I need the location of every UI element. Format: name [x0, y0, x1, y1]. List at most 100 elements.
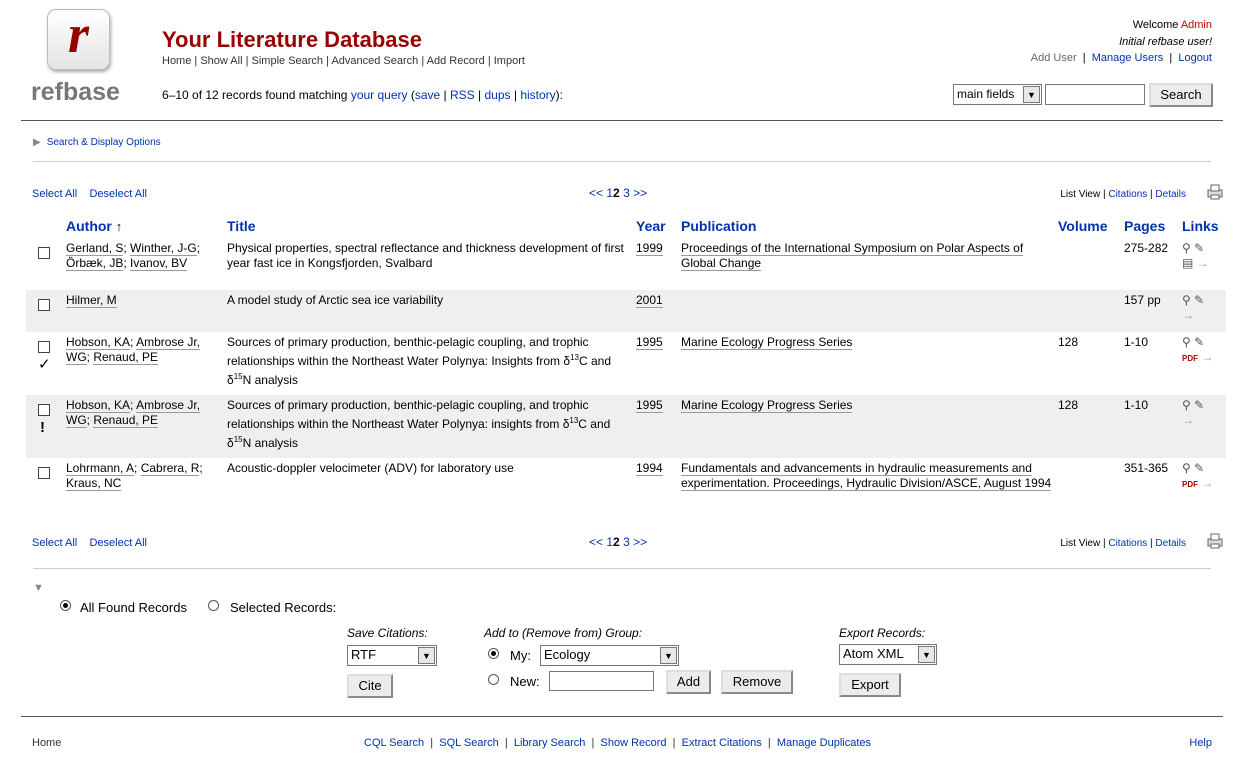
author-link[interactable]: Renaud, PE [93, 350, 159, 365]
citations-view-link[interactable]: Citations [1108, 189, 1147, 200]
publication-link[interactable]: Marine Ecology Progress Series [681, 335, 853, 350]
edit-pencil-icon[interactable]: ✎ [1194, 461, 1204, 475]
year-link[interactable]: 2001 [636, 293, 663, 308]
author-link[interactable]: Hobson, KA [66, 335, 131, 350]
row-checkbox[interactable] [38, 299, 50, 311]
author-link[interactable]: Lohrmann, A [66, 461, 135, 476]
nav-simple-search[interactable]: Simple Search [252, 55, 324, 67]
new-group-input[interactable] [549, 671, 654, 691]
export-button[interactable]: Export [839, 673, 901, 697]
year-link[interactable]: 1995 [636, 335, 663, 350]
search-button[interactable]: Search [1149, 83, 1213, 107]
sort-ascending-icon[interactable]: ↑ [116, 219, 123, 234]
nav-home[interactable]: Home [162, 55, 191, 67]
search-display-options-toggle[interactable]: ▶ Search & Display Options [33, 137, 161, 148]
search-field-select[interactable]: main fields ▼ [953, 84, 1042, 105]
year-link[interactable]: 1995 [636, 398, 663, 413]
year-link[interactable]: 1999 [636, 241, 663, 256]
rss-link[interactable]: RSS [450, 88, 475, 102]
row-checkbox[interactable] [38, 404, 50, 416]
citations-view-link[interactable]: Citations [1108, 538, 1147, 549]
author-link[interactable]: Hobson, KA [66, 398, 131, 413]
pdf-icon[interactable]: PDF [1182, 354, 1198, 363]
pager-page-3[interactable]: 3 [623, 535, 630, 549]
help-link[interactable]: Help [1189, 737, 1212, 749]
row-checkbox[interactable] [38, 247, 50, 259]
triangle-down-icon[interactable]: ▼ [33, 582, 44, 594]
edit-pencil-icon[interactable]: ✎ [1194, 293, 1204, 307]
details-view-link[interactable]: Details [1155, 538, 1186, 549]
all-found-radio[interactable] [60, 600, 71, 611]
deselect-all-link[interactable]: Deselect All [89, 188, 146, 200]
manage-duplicates-link[interactable]: Manage Duplicates [777, 737, 871, 749]
printer-icon[interactable] [1206, 184, 1224, 200]
nav-add-record[interactable]: Add Record [427, 55, 485, 67]
year-header[interactable]: Year [633, 214, 678, 238]
history-link[interactable]: history [520, 88, 555, 102]
details-view-link[interactable]: Details [1155, 189, 1186, 200]
nav-advanced-search[interactable]: Advanced Search [331, 55, 418, 67]
pager-page-3[interactable]: 3 [623, 186, 630, 200]
logout-link[interactable]: Logout [1178, 52, 1212, 64]
chevron-down-icon[interactable]: ▼ [660, 647, 677, 664]
document-icon[interactable]: ▤ [1182, 256, 1193, 270]
nav-import[interactable]: Import [494, 55, 525, 67]
chevron-down-icon[interactable]: ▼ [918, 646, 935, 663]
pages-header[interactable]: Pages [1121, 214, 1179, 238]
details-magnifier-icon[interactable]: ⚲ [1182, 293, 1191, 307]
details-magnifier-icon[interactable]: ⚲ [1182, 335, 1191, 349]
year-link[interactable]: 1994 [636, 461, 663, 476]
publication-header[interactable]: Publication [678, 214, 1055, 238]
deselect-all-link[interactable]: Deselect All [89, 537, 146, 549]
details-magnifier-icon[interactable]: ⚲ [1182, 461, 1191, 475]
edit-pencil-icon[interactable]: ✎ [1194, 241, 1204, 255]
author-link[interactable]: Örbæk, JB [66, 256, 124, 271]
author-link[interactable]: Hilmer, M [66, 293, 117, 308]
select-all-link[interactable]: Select All [32, 188, 77, 200]
export-format-select[interactable]: Atom XML ▼ [839, 644, 937, 665]
pager-next[interactable]: >> [633, 535, 647, 549]
arrow-right-icon[interactable]: → [1182, 413, 1194, 427]
author-link[interactable]: Winther, J-G [130, 241, 197, 256]
extract-citations-link[interactable]: Extract Citations [682, 737, 762, 749]
pdf-icon[interactable]: PDF [1182, 480, 1198, 489]
nav-show-all[interactable]: Show All [200, 55, 242, 67]
my-group-select[interactable]: Ecology ▼ [540, 645, 679, 666]
my-group-radio[interactable] [488, 648, 499, 659]
sql-search-link[interactable]: SQL Search [439, 737, 499, 749]
cql-search-link[interactable]: CQL Search [364, 737, 424, 749]
edit-pencil-icon[interactable]: ✎ [1194, 335, 1204, 349]
add-group-button[interactable]: Add [666, 670, 711, 694]
author-link[interactable]: Gerland, S [66, 241, 124, 256]
publication-link[interactable]: Proceedings of the International Symposi… [681, 241, 1024, 271]
printer-icon[interactable] [1206, 533, 1224, 549]
row-checkbox[interactable] [38, 467, 50, 479]
title-header[interactable]: Title [224, 214, 633, 238]
pager-next[interactable]: >> [633, 186, 647, 200]
publication-link[interactable]: Marine Ecology Progress Series [681, 398, 853, 413]
selected-records-radio[interactable] [208, 600, 219, 611]
edit-pencil-icon[interactable]: ✎ [1194, 398, 1204, 412]
author-header[interactable]: Author ↑ [63, 214, 224, 238]
new-group-radio[interactable] [488, 674, 499, 685]
select-all-link[interactable]: Select All [32, 537, 77, 549]
chevron-down-icon[interactable]: ▼ [1023, 86, 1040, 103]
search-input[interactable] [1045, 84, 1145, 105]
author-link[interactable]: Cabrera, R [140, 461, 200, 476]
library-search-link[interactable]: Library Search [514, 737, 586, 749]
author-link[interactable]: Ivanov, BV [130, 256, 188, 271]
arrow-right-icon[interactable]: → [1197, 256, 1209, 270]
details-magnifier-icon[interactable]: ⚲ [1182, 398, 1191, 412]
arrow-right-icon[interactable]: → [1182, 308, 1194, 322]
arrow-right-icon[interactable]: → [1201, 476, 1213, 490]
show-record-link[interactable]: Show Record [601, 737, 667, 749]
remove-group-button[interactable]: Remove [721, 670, 793, 694]
pager-prev[interactable]: << [589, 186, 603, 200]
row-checkbox[interactable] [38, 341, 50, 353]
save-query-link[interactable]: save [415, 88, 440, 102]
cite-button[interactable]: Cite [347, 674, 393, 698]
manage-users-link[interactable]: Manage Users [1092, 52, 1164, 64]
details-magnifier-icon[interactable]: ⚲ [1182, 241, 1191, 255]
your-query-link[interactable]: your query [351, 88, 408, 102]
arrow-right-icon[interactable]: → [1201, 350, 1213, 364]
